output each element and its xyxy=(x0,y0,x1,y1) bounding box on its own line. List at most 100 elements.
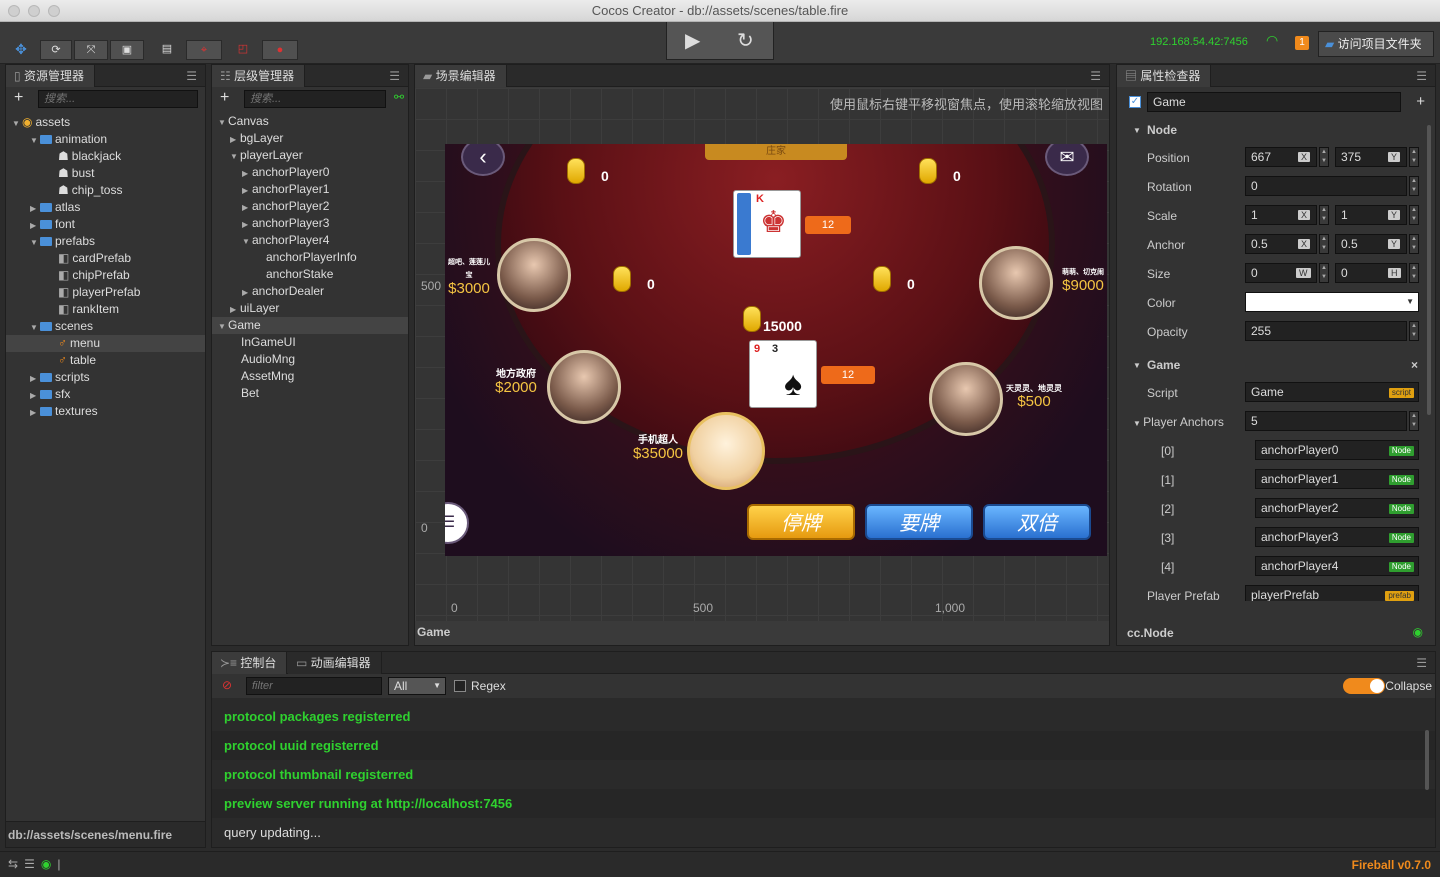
console-filter-input[interactable] xyxy=(246,677,382,695)
tree-item-bust[interactable]: ☗ bust xyxy=(6,165,205,182)
tree-item-textures[interactable]: ▶ textures xyxy=(6,403,205,420)
scale-x-stepper[interactable]: ▲ ▼ xyxy=(1319,205,1329,225)
collapse-arrow-icon[interactable]: ▶ xyxy=(230,131,240,148)
rect-tool-button[interactable]: ▣ xyxy=(110,40,144,60)
node-anchorplayer4[interactable]: ▼ anchorPlayer4 xyxy=(212,232,408,249)
tab-console[interactable]: ≻≡ 控制台 xyxy=(212,652,288,674)
tab-inspector[interactable]: ▤ 属性检查器 xyxy=(1117,65,1212,87)
chat-button[interactable]: ☰ xyxy=(445,502,469,544)
log-line[interactable]: protocol packages registerred xyxy=(212,702,1435,731)
collapse-arrow-icon[interactable]: ▶ xyxy=(30,404,40,421)
expand-arrow-icon[interactable]: ▼ xyxy=(218,114,228,131)
node-bet[interactable]: Bet xyxy=(212,385,408,402)
back-button[interactable]: ‹ xyxy=(461,144,505,176)
tree-item-scenes[interactable]: ▼ scenes xyxy=(6,318,205,335)
node-game[interactable]: ▼ Game xyxy=(212,317,408,334)
node-anchorplayer1[interactable]: ▶ anchorPlayer1 xyxy=(212,181,408,198)
tree-item-atlas[interactable]: ▶ atlas xyxy=(6,199,205,216)
anchor-x-stepper[interactable]: ▲ ▼ xyxy=(1319,234,1329,254)
collapse-arrow-icon[interactable]: ▶ xyxy=(242,199,252,216)
position-x-stepper[interactable]: ▲ ▼ xyxy=(1319,147,1329,167)
node-anchorplayerinfo[interactable]: anchorPlayerInfo xyxy=(212,249,408,266)
notification-badge[interactable]: 1 xyxy=(1295,36,1309,50)
tab-hierarchy[interactable]: ☷ 层级管理器 xyxy=(212,65,306,87)
scale-y-stepper[interactable]: ▲ ▼ xyxy=(1409,205,1419,225)
tab-scene[interactable]: ▰ 场景编辑器 xyxy=(415,65,507,87)
size-w-stepper[interactable]: ▲ ▼ xyxy=(1319,263,1329,283)
add-asset-button[interactable]: + xyxy=(14,89,23,107)
play-icon[interactable]: ▶ xyxy=(685,28,700,53)
tree-item-playerprefab[interactable]: ◧ playerPrefab xyxy=(6,284,205,301)
panel-menu-icon[interactable]: ☰ xyxy=(186,69,197,83)
opacity-input[interactable]: 255 xyxy=(1245,321,1407,341)
expand-arrow-icon[interactable]: ▼ xyxy=(230,148,240,165)
player-anchor-field[interactable]: anchorPlayer4 Node xyxy=(1255,556,1419,576)
node-anchorstake[interactable]: anchorStake xyxy=(212,266,408,283)
zoom-window-button[interactable] xyxy=(48,5,60,17)
tree-item-rankitem[interactable]: ◧ rankItem xyxy=(6,301,205,318)
collapse-arrow-icon[interactable]: ▶ xyxy=(30,200,40,217)
snap-toggle-button[interactable]: ◰ xyxy=(228,40,258,60)
record-button[interactable]: ● xyxy=(262,40,298,60)
database-icon[interactable]: ☰ xyxy=(24,857,41,871)
eye-icon[interactable]: ◉ xyxy=(41,857,57,871)
hit-button[interactable]: 要牌 xyxy=(865,504,973,540)
rotate-tool-button[interactable]: ⟳ xyxy=(40,40,72,60)
tree-item-prefabs[interactable]: ▼ prefabs xyxy=(6,233,205,250)
node-bglayer[interactable]: ▶ bgLayer xyxy=(212,130,408,147)
expand-arrow-icon[interactable]: ▼ xyxy=(30,319,40,336)
tab-animation-editor[interactable]: ▭ 动画编辑器 xyxy=(288,652,382,674)
player-anchors-count-input[interactable]: 5 xyxy=(1245,411,1407,431)
expand-arrow-icon[interactable]: ▼ xyxy=(30,132,40,149)
close-window-button[interactable] xyxy=(8,5,20,17)
log-level-select[interactable]: All ▼ xyxy=(388,677,446,695)
tree-item-menu[interactable]: ♂ menu xyxy=(6,335,205,352)
node-name-input[interactable]: Game xyxy=(1147,92,1401,112)
pivot-toggle-button[interactable]: ▤ xyxy=(152,40,182,60)
double-button[interactable]: 双倍 xyxy=(983,504,1091,540)
remove-component-icon[interactable]: × xyxy=(1411,358,1418,372)
tree-item-blackjack[interactable]: ☗ blackjack xyxy=(6,148,205,165)
tree-item-animation[interactable]: ▼ animation xyxy=(6,131,205,148)
tree-item-chip-toss[interactable]: ☗ chip_toss xyxy=(6,182,205,199)
tree-item-table[interactable]: ♂ table xyxy=(6,352,205,369)
log-line[interactable]: preview server running at http://localho… xyxy=(212,789,1435,818)
scale-tool-button[interactable]: ⤧ xyxy=(74,40,108,60)
mail-icon[interactable]: ✉ xyxy=(1045,144,1089,176)
local-global-toggle[interactable]: ⌖ xyxy=(186,40,222,60)
game-preview[interactable]: 庄家 ‹ ✉ ☰ 0 0 0 0 15000 K ♚ 12 9 3 ♠ 12 超… xyxy=(445,144,1107,556)
script-field[interactable]: Game script xyxy=(1245,382,1419,402)
inspector-scrollbar[interactable] xyxy=(1427,125,1431,415)
collapse-arrow-icon[interactable]: ▶ xyxy=(242,216,252,233)
add-node-button[interactable]: + xyxy=(220,89,229,107)
node-anchorplayer2[interactable]: ▶ anchorPlayer2 xyxy=(212,198,408,215)
eye-icon[interactable]: ◉ xyxy=(1413,625,1423,639)
tab-assets[interactable]: ▯ 资源管理器 xyxy=(6,65,95,87)
player-anchor-field[interactable]: anchorPlayer3 Node xyxy=(1255,527,1419,547)
tree-item-scripts[interactable]: ▶ scripts xyxy=(6,369,205,386)
window-controls[interactable] xyxy=(8,5,60,17)
collapse-arrow-icon[interactable]: ▶ xyxy=(30,387,40,404)
node-active-checkbox[interactable]: ✓ xyxy=(1129,96,1141,108)
node-anchordealer[interactable]: ▶ anchorDealer xyxy=(212,283,408,300)
tree-item-font[interactable]: ▶ font xyxy=(6,216,205,233)
console-scrollbar[interactable] xyxy=(1425,730,1429,790)
tree-item-sfx[interactable]: ▶ sfx xyxy=(6,386,205,403)
scene-viewport[interactable]: 使用鼠标右键平移视窗焦点，使用滚轮缩放视图 500 0 0 500 1,000 … xyxy=(415,88,1109,621)
log-line[interactable]: protocol thumbnail registerred xyxy=(212,760,1435,789)
collapse-arrow-icon[interactable]: ▶ xyxy=(242,165,252,182)
node-ingameui[interactable]: InGameUI xyxy=(212,334,408,351)
player-anchor-field[interactable]: anchorPlayer1 Node xyxy=(1255,469,1419,489)
expand-arrow-icon[interactable]: ▼ xyxy=(218,318,228,335)
player-prefab-field[interactable]: playerPrefab prefab xyxy=(1245,585,1419,601)
collapse-arrow-icon[interactable]: ▶ xyxy=(242,284,252,301)
opacity-stepper[interactable]: ▲ ▼ xyxy=(1409,321,1419,341)
panel-menu-icon[interactable]: ☰ xyxy=(389,69,400,83)
node-audiomng[interactable]: AudioMng xyxy=(212,351,408,368)
tree-item-chipprefab[interactable]: ◧ chipPrefab xyxy=(6,267,205,284)
node-section-header[interactable]: ▼ Node xyxy=(1117,115,1435,143)
expand-arrow-icon[interactable]: ▼ xyxy=(1133,419,1143,428)
game-component-header[interactable]: ▼ Game × xyxy=(1117,350,1435,378)
collapse-arrow-icon[interactable]: ▶ xyxy=(30,370,40,387)
player-anchors-count-stepper[interactable]: ▲ ▼ xyxy=(1409,411,1419,431)
